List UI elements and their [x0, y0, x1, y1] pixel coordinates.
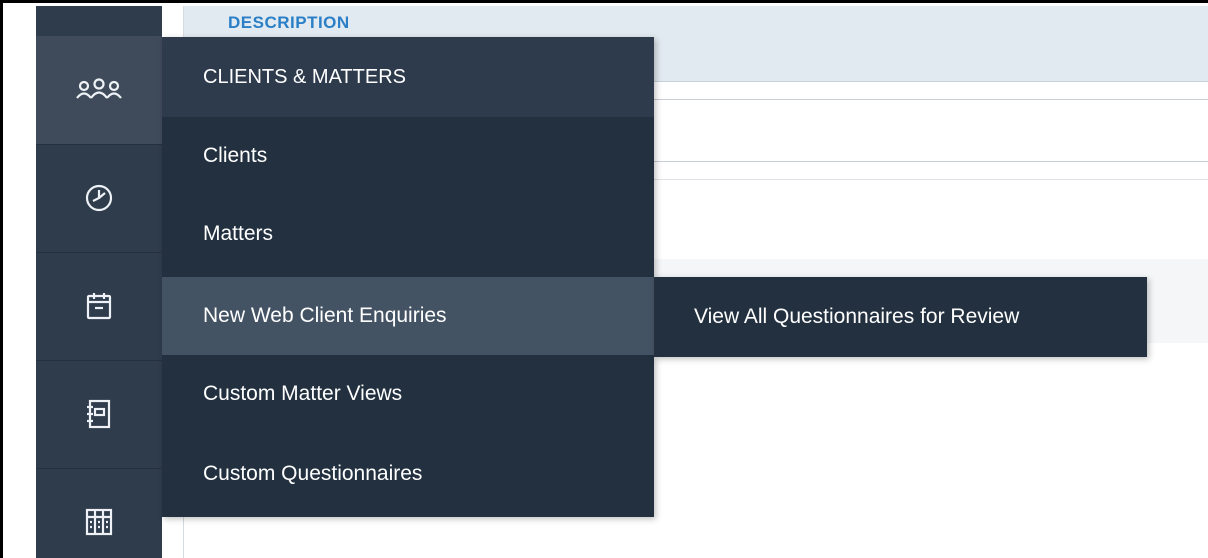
menu-item-custom-questionnaires[interactable]: Custom Questionnaires	[162, 435, 654, 513]
people-group-icon	[76, 78, 122, 99]
sidebar-item-library[interactable]	[36, 468, 162, 558]
column-header-description[interactable]: DESCRIPTION	[228, 14, 350, 31]
menu-item-clients[interactable]: Clients	[162, 117, 654, 195]
menu-header: CLIENTS & MATTERS	[162, 37, 654, 117]
sidebar	[36, 6, 162, 558]
library-icon	[85, 508, 113, 536]
menu-item-new-web-client-enquiries[interactable]: New Web Client Enquiries	[162, 277, 654, 355]
sidebar-item-clients[interactable]	[36, 36, 162, 145]
menu-item-custom-matter-views[interactable]: Custom Matter Views	[162, 355, 654, 433]
clock-icon	[85, 184, 113, 212]
clients-matters-menu: CLIENTS & MATTERS Clients Matters New We…	[162, 37, 654, 517]
sidebar-item-calendar[interactable]	[36, 252, 162, 361]
calendar-icon	[86, 293, 112, 320]
sidebar-item-time[interactable]	[36, 144, 162, 253]
notebook-icon	[87, 399, 111, 429]
app-window: DESCRIPTION CLIENTS & MATTERS Clients Ma…	[0, 0, 1208, 558]
menu-item-matters[interactable]: Matters	[162, 195, 654, 273]
submenu-item-view-all-questionnaires[interactable]: View All Questionnaires for Review	[654, 277, 1147, 357]
sidebar-item-notes[interactable]	[36, 360, 162, 469]
